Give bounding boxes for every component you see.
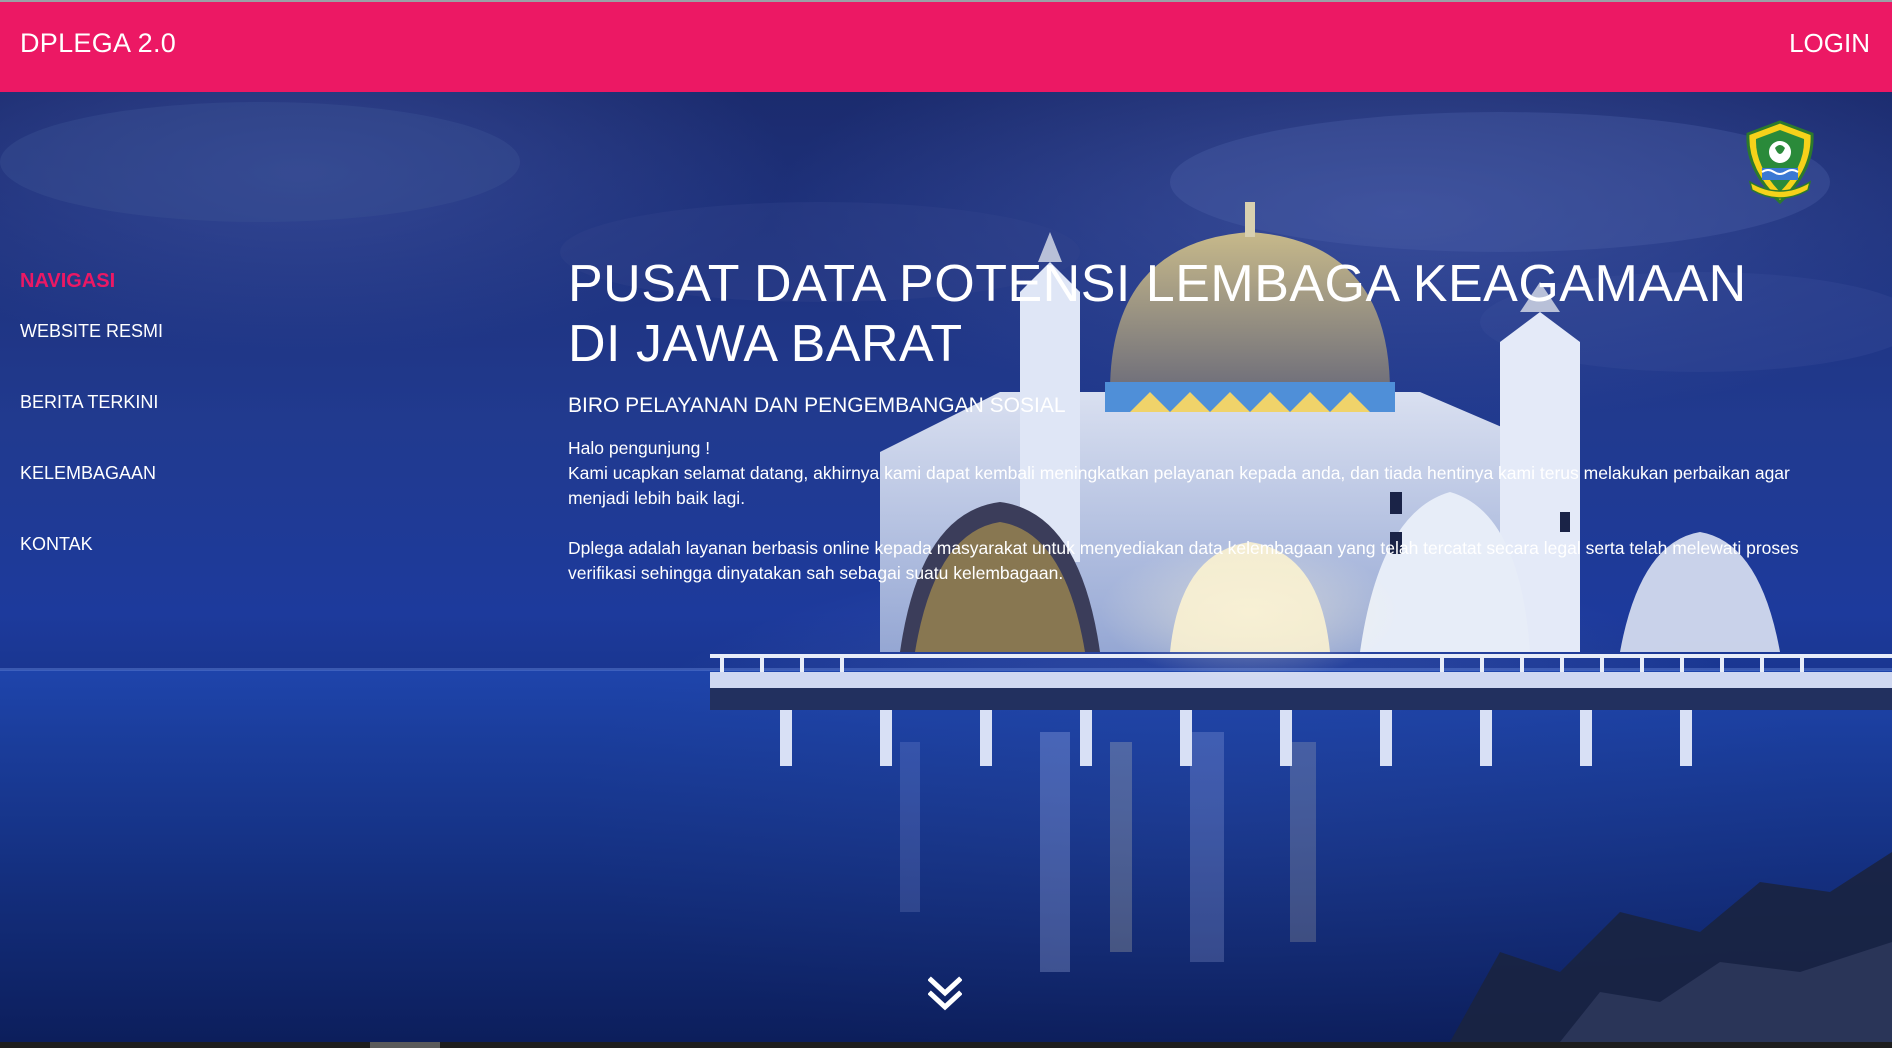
brand-title[interactable]: DPLEGA 2.0 bbox=[20, 28, 176, 59]
sidebar-title: NAVIGASI bbox=[20, 270, 116, 292]
page-title: PUSAT DATA POTENSI LEMBAGA KEAGAMAAN DI … bbox=[568, 254, 1808, 374]
sidebar-item-berita-terkini[interactable]: BERITA TERKINI bbox=[20, 392, 163, 413]
welcome-paragraph: Halo pengunjung ! Kami ucapkan selamat d… bbox=[568, 436, 1808, 511]
sidebar-item-kelembagaan[interactable]: KELEMBAGAAN bbox=[20, 463, 163, 484]
sidebar-item-kontak[interactable]: KONTAK bbox=[20, 534, 163, 555]
hero-content: PUSAT DATA POTENSI LEMBAGA KEAGAMAAN DI … bbox=[568, 254, 1808, 611]
login-link[interactable]: LOGIN bbox=[1789, 28, 1870, 59]
description-paragraph: Dplega adalah layanan berbasis online ke… bbox=[568, 538, 1799, 583]
west-java-emblem-icon bbox=[1746, 120, 1814, 204]
page-title-line2: DI JAWA BARAT bbox=[568, 315, 963, 373]
greeting-text: Halo pengunjung ! bbox=[568, 438, 711, 458]
scrollbar-thumb[interactable] bbox=[370, 1042, 440, 1048]
horizontal-scrollbar[interactable] bbox=[0, 1042, 1892, 1048]
sidebar-navigation: NAVIGASI WEBSITE RESMI BERITA TERKINI KE… bbox=[20, 270, 163, 605]
welcome-text: Kami ucapkan selamat datang, akhirnya ka… bbox=[568, 463, 1790, 508]
page-title-line1: PUSAT DATA POTENSI LEMBAGA KEAGAMAAN bbox=[568, 255, 1747, 313]
sidebar-item-website-resmi[interactable]: WEBSITE RESMI bbox=[20, 321, 163, 342]
top-bar: DPLEGA 2.0 LOGIN bbox=[0, 0, 1892, 92]
landing-page: DPLEGA 2.0 LOGIN NAVIGASI WEBSITE RESMI … bbox=[0, 0, 1892, 1048]
page-subtitle: BIRO PELAYANAN DAN PENGEMBANGAN SOSIAL bbox=[568, 394, 1066, 417]
double-chevron-down-icon[interactable] bbox=[928, 976, 962, 1012]
